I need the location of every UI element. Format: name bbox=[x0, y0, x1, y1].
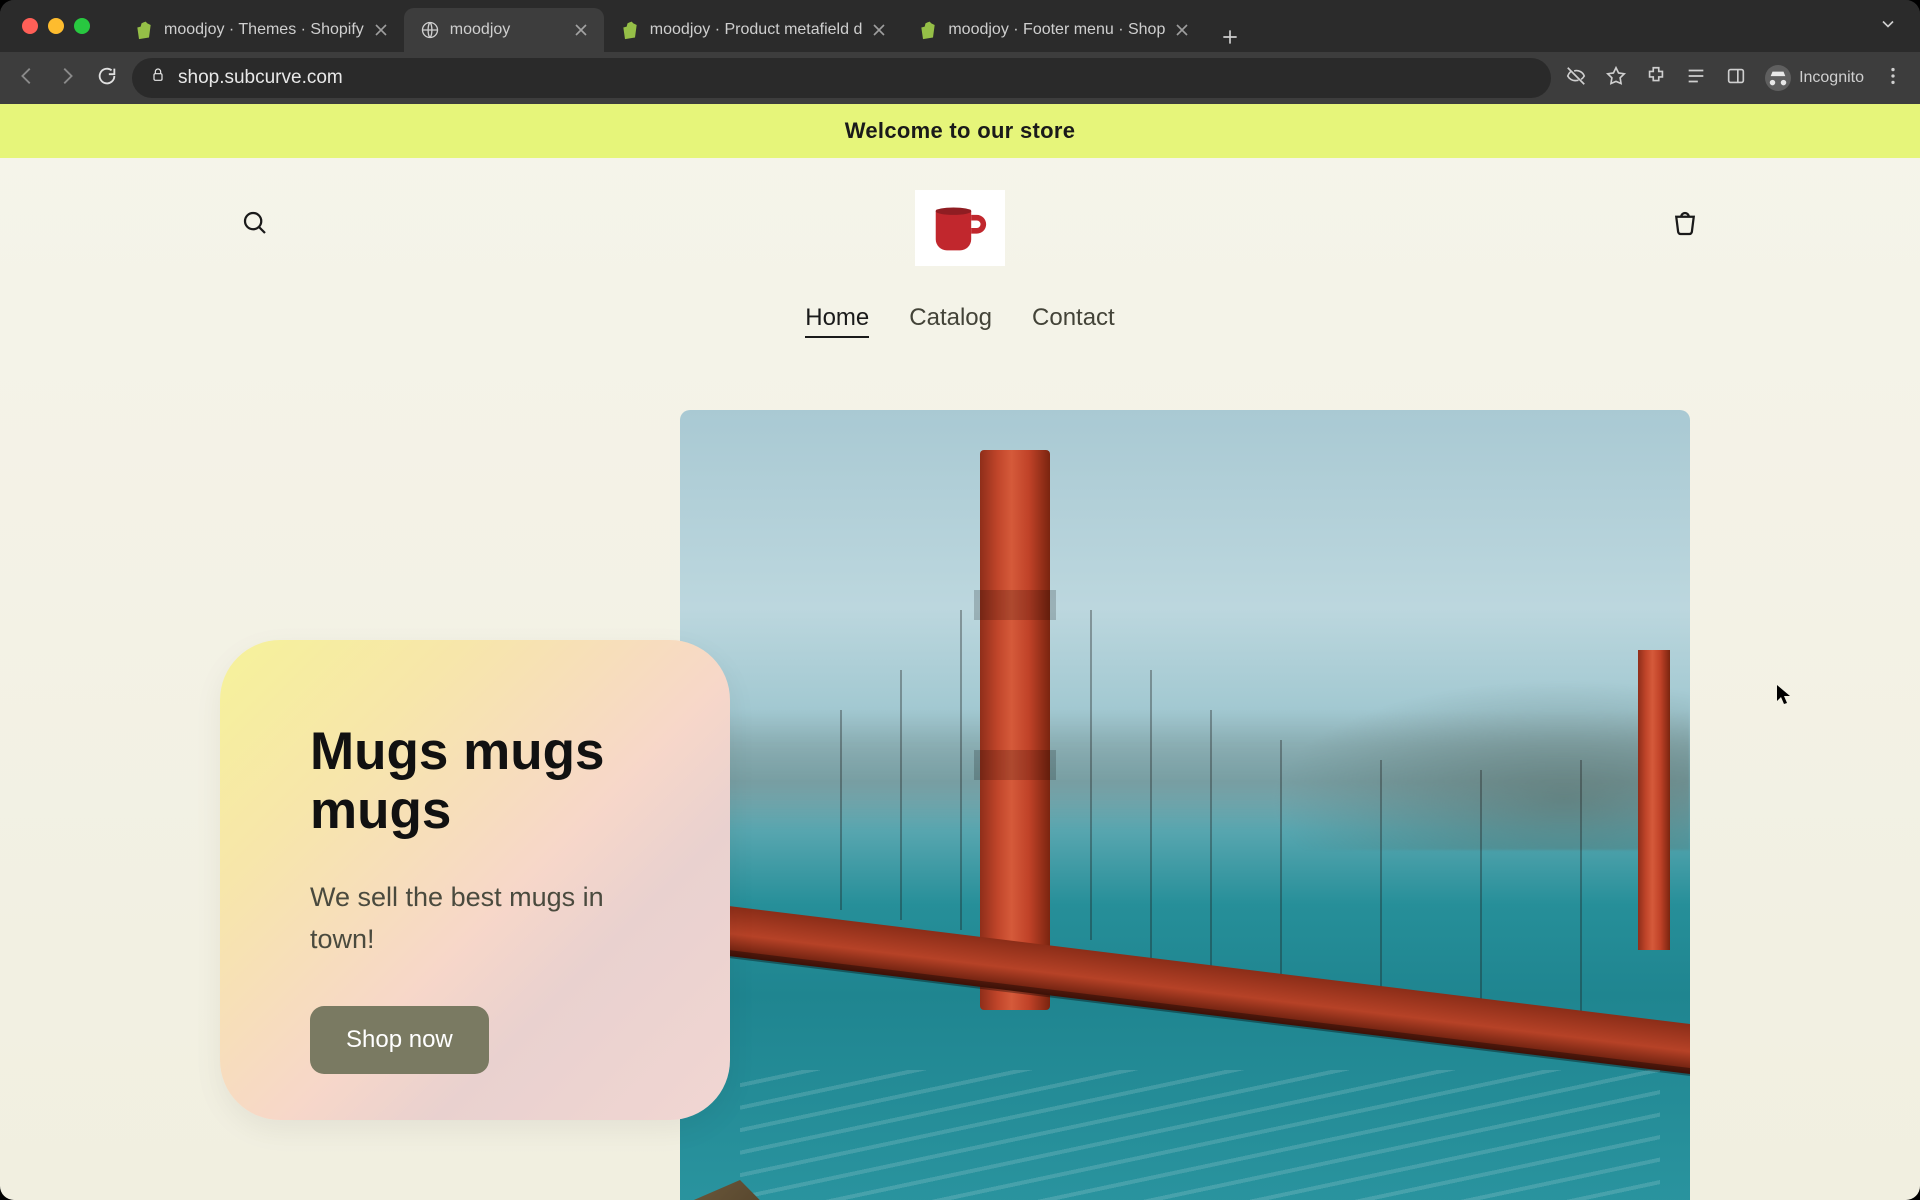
mug-icon bbox=[930, 200, 990, 256]
announcement-text: Welcome to our store bbox=[845, 118, 1076, 143]
new-tab-button[interactable] bbox=[1215, 22, 1245, 52]
globe-icon bbox=[420, 20, 440, 40]
nav-icons bbox=[16, 65, 118, 92]
tab-title: moodjoy bbox=[450, 21, 564, 39]
forward-button[interactable] bbox=[56, 65, 78, 92]
profile-incognito[interactable]: Incognito bbox=[1765, 65, 1864, 91]
tab-2[interactable]: moodjoy · Product metafield d bbox=[604, 8, 903, 52]
hero-image-cable bbox=[1150, 670, 1152, 960]
hero-image-deck bbox=[680, 900, 1690, 1074]
browser-toolbar: shop.subcurve.com Incognito bbox=[0, 52, 1920, 104]
cart-icon bbox=[1670, 208, 1700, 238]
close-icon[interactable] bbox=[374, 23, 388, 37]
shopify-icon bbox=[134, 20, 154, 40]
hero-subtitle: We sell the best mugs in town! bbox=[310, 877, 630, 961]
close-window-button[interactable] bbox=[22, 18, 38, 34]
hero-image-tower-far bbox=[1638, 650, 1670, 950]
hero-title: Mugs mugs mugs bbox=[310, 722, 658, 841]
hero-image-cable bbox=[1380, 760, 1382, 1020]
tab-bar: moodjoy · Themes · Shopify moodjoy moo bbox=[0, 0, 1920, 52]
extensions-icon[interactable] bbox=[1645, 65, 1667, 92]
minimize-window-button[interactable] bbox=[48, 18, 64, 34]
lock-icon bbox=[150, 67, 166, 89]
mouse-cursor bbox=[1776, 684, 1792, 706]
tab-1[interactable]: moodjoy bbox=[404, 8, 604, 52]
nav-contact[interactable]: Contact bbox=[1032, 304, 1115, 338]
close-icon[interactable] bbox=[1175, 23, 1189, 37]
cart-button[interactable] bbox=[1670, 208, 1700, 243]
address-bar[interactable]: shop.subcurve.com bbox=[132, 58, 1551, 98]
shopify-icon bbox=[620, 20, 640, 40]
zoom-window-button[interactable] bbox=[74, 18, 90, 34]
shopify-icon bbox=[918, 20, 938, 40]
hero-section: Mugs mugs mugs We sell the best mugs in … bbox=[0, 410, 1920, 1200]
hero-image-cable bbox=[840, 710, 842, 910]
search-button[interactable] bbox=[240, 208, 270, 243]
star-icon[interactable] bbox=[1605, 65, 1627, 92]
hero-card: Mugs mugs mugs We sell the best mugs in … bbox=[220, 640, 730, 1120]
browser-window: moodjoy · Themes · Shopify moodjoy moo bbox=[0, 0, 1920, 1200]
kebab-menu-icon[interactable] bbox=[1882, 65, 1904, 92]
incognito-icon bbox=[1765, 65, 1791, 91]
reading-list-icon[interactable] bbox=[1685, 65, 1707, 92]
nav-catalog[interactable]: Catalog bbox=[909, 304, 992, 338]
tab-title: moodjoy · Footer menu · Shop bbox=[948, 21, 1165, 39]
nav-home[interactable]: Home bbox=[805, 304, 869, 338]
search-icon bbox=[240, 208, 270, 238]
close-icon[interactable] bbox=[872, 23, 886, 37]
hero-image-cable bbox=[900, 670, 902, 920]
hero-image-cable bbox=[1280, 740, 1282, 1000]
page-viewport: Welcome to our store Home Catalog Contac… bbox=[0, 104, 1920, 1200]
hero-image-foam bbox=[740, 1070, 1660, 1200]
back-button[interactable] bbox=[16, 65, 38, 92]
shop-now-button[interactable]: Shop now bbox=[310, 1006, 489, 1074]
hero-image-cable bbox=[1210, 710, 1212, 980]
site-logo[interactable] bbox=[915, 190, 1005, 266]
side-panel-icon[interactable] bbox=[1725, 65, 1747, 92]
address-text: shop.subcurve.com bbox=[178, 67, 343, 89]
profile-label: Incognito bbox=[1799, 69, 1864, 87]
window-controls bbox=[22, 18, 90, 34]
hero-image-tower-main bbox=[980, 450, 1050, 1010]
reload-button[interactable] bbox=[96, 65, 118, 92]
browser-tabs: moodjoy · Themes · Shopify moodjoy moo bbox=[118, 0, 1868, 52]
eye-off-icon[interactable] bbox=[1565, 65, 1587, 92]
toolbar-right: Incognito bbox=[1565, 65, 1904, 92]
tab-0[interactable]: moodjoy · Themes · Shopify bbox=[118, 8, 404, 52]
tab-3[interactable]: moodjoy · Footer menu · Shop bbox=[902, 8, 1205, 52]
tab-title: moodjoy · Product metafield d bbox=[650, 21, 863, 39]
main-nav: Home Catalog Contact bbox=[0, 304, 1920, 338]
hero-image-cable bbox=[1090, 610, 1092, 940]
tab-title: moodjoy · Themes · Shopify bbox=[164, 21, 364, 39]
close-icon[interactable] bbox=[574, 23, 588, 37]
site-header bbox=[0, 158, 1920, 276]
hero-image-hills bbox=[680, 710, 1690, 830]
tabs-overflow-button[interactable] bbox=[1878, 14, 1898, 39]
hero-image-cable bbox=[960, 610, 962, 930]
hero-image bbox=[680, 410, 1690, 1200]
announcement-bar: Welcome to our store bbox=[0, 104, 1920, 158]
